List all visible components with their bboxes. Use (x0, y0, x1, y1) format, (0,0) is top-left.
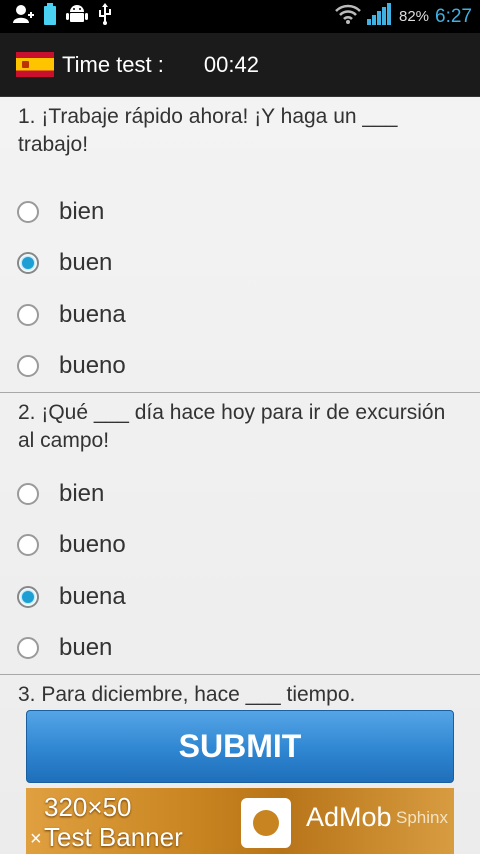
ad-brand-secondary: Sphinx (396, 808, 448, 827)
add-contact-icon (12, 4, 34, 29)
radio-button-selected[interactable] (17, 585, 39, 608)
clock: 6:27 (435, 5, 472, 27)
radio-button-selected[interactable] (17, 252, 39, 275)
question-1-text: 1. ¡Trabaje rápido ahora! ¡Y haga un ___… (18, 105, 398, 156)
status-bar: 82% 6:27 (0, 0, 480, 33)
action-bar: Time test : 00:42 (0, 33, 480, 97)
option-label: bueno (59, 352, 126, 380)
question-2-text: 2. ¡Qué ___ día hace hoy para ir de excu… (18, 401, 446, 452)
option-label: buen (59, 249, 113, 277)
radio-button[interactable] (17, 303, 39, 326)
page-title: Time test : (62, 51, 164, 77)
option-label: bueno (59, 531, 126, 559)
battery-percent: 82% (398, 8, 430, 25)
option-label: buena (59, 300, 126, 328)
option-1-bien[interactable]: bien (0, 186, 480, 238)
option-2-buena[interactable]: buena (0, 571, 480, 623)
ad-size-text: 320×50 (44, 792, 132, 822)
ad-close-icon[interactable]: × (30, 828, 42, 851)
spain-flag-icon (16, 52, 54, 77)
ad-brand: AdMob (306, 802, 392, 832)
radio-button[interactable] (17, 637, 39, 660)
radio-button[interactable] (17, 355, 39, 378)
radio-button[interactable] (17, 534, 39, 557)
question-3-text: 3. Para diciembre, hace ___ tiempo. (18, 683, 356, 706)
timer: 00:42 (203, 51, 259, 77)
admob-logo-icon (241, 798, 291, 848)
question-2-options: bien bueno buena buen (0, 468, 480, 674)
option-1-bueno[interactable]: bueno (0, 341, 480, 393)
option-1-buena[interactable]: buena (0, 289, 480, 341)
battery-full-icon (44, 3, 56, 30)
android-icon (66, 3, 88, 30)
signal-icon (366, 3, 393, 30)
option-2-buen[interactable]: buen (0, 623, 480, 675)
question-1-options: bien buen buena bueno (0, 186, 480, 392)
option-label: bien (59, 197, 105, 225)
usb-icon (98, 3, 112, 30)
option-label: bien (59, 479, 105, 507)
option-2-bueno[interactable]: bueno (0, 520, 480, 572)
quiz-content: 1. ¡Trabaje rápido ahora! ¡Y haga un ___… (0, 97, 480, 715)
ad-banner[interactable]: 320×50 × Test Banner AdMob Sphinx (26, 788, 454, 854)
option-label: buen (59, 634, 113, 662)
ad-label: Test Banner (44, 822, 183, 852)
submit-button[interactable]: SUBMIT (26, 710, 454, 783)
option-label: buena (59, 582, 126, 610)
radio-button[interactable] (17, 482, 39, 505)
option-1-buen[interactable]: buen (0, 238, 480, 290)
wifi-icon (335, 4, 361, 29)
option-2-bien[interactable]: bien (0, 468, 480, 520)
radio-button[interactable] (17, 200, 39, 223)
